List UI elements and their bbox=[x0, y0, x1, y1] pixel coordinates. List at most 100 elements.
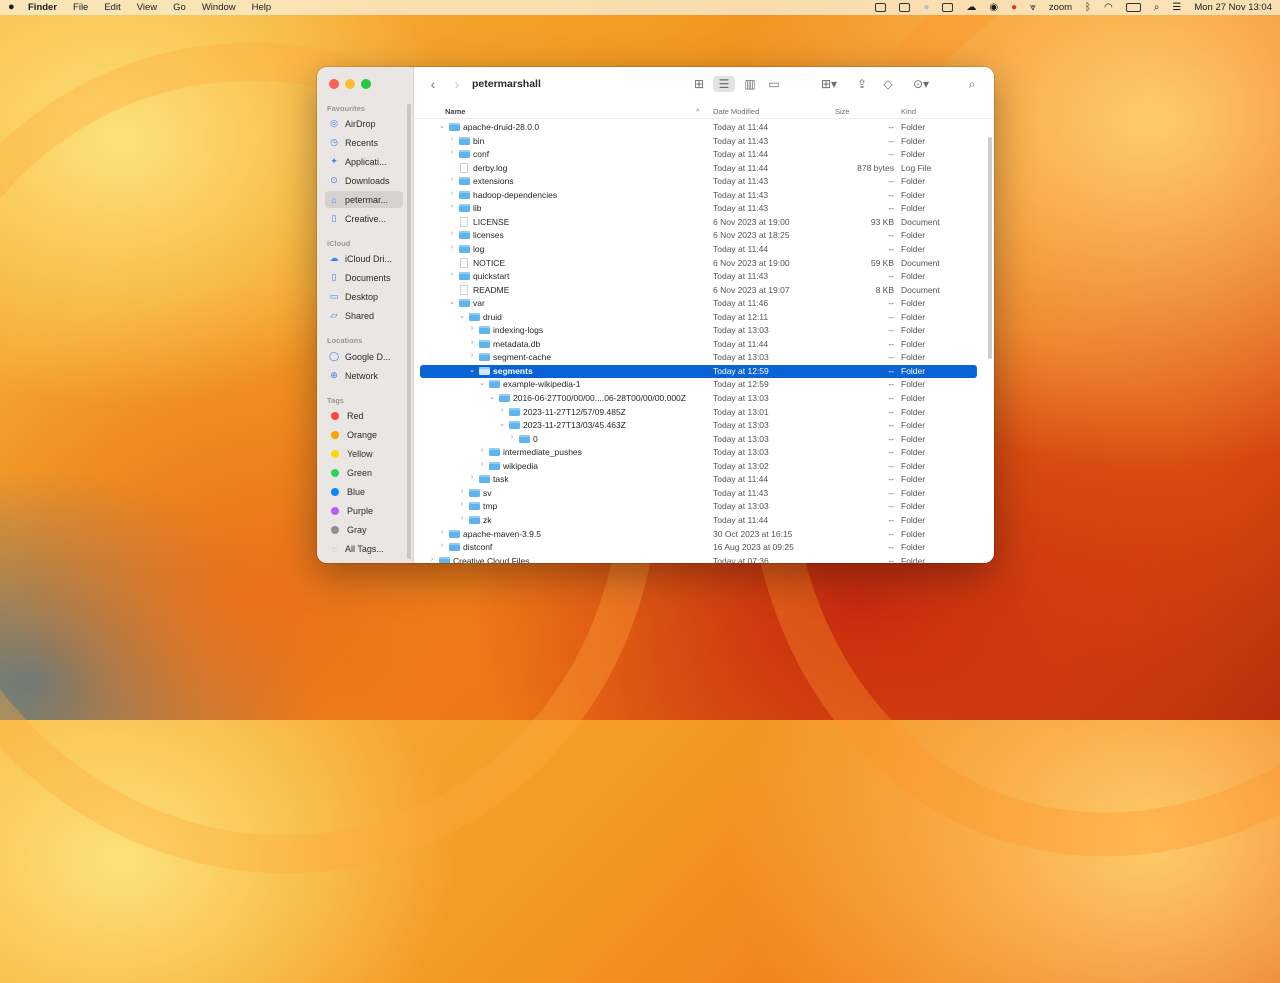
file-row[interactable]: README 6 Nov 2023 at 19:07 8 KB Document bbox=[420, 284, 977, 298]
control-center-icon[interactable]: ☰ bbox=[1172, 2, 1181, 13]
sidebar-item[interactable]: ⊙ Downloads bbox=[325, 172, 403, 189]
file-row[interactable]: › sv Today at 11:43 -- Folder bbox=[420, 487, 977, 501]
disclosure-closed-icon[interactable]: › bbox=[458, 488, 466, 495]
file-row[interactable]: › bin Today at 11:43 -- Folder bbox=[420, 135, 977, 149]
file-row[interactable]: ⌄ 2016-06-27T00/00/00....06-28T00/00/00.0… bbox=[420, 392, 977, 406]
close-button[interactable] bbox=[329, 79, 339, 89]
battery-status-icon[interactable] bbox=[942, 3, 954, 12]
file-row[interactable]: › zk Today at 11:44 -- Folder bbox=[420, 514, 977, 528]
sidebar-item[interactable]: ◌ All Tags... bbox=[325, 540, 403, 557]
file-row[interactable]: › wikipedia Today at 13:02 -- Folder bbox=[420, 460, 977, 474]
sidebar-item[interactable]: Purple bbox=[325, 502, 403, 519]
file-row[interactable]: › Creative Cloud Files Today at 07:36 -- Fol… bbox=[420, 555, 977, 563]
minimize-button[interactable] bbox=[345, 79, 355, 89]
status-app-icon[interactable] bbox=[875, 3, 887, 12]
search-icon[interactable]: ⌕ bbox=[1154, 2, 1160, 13]
disclosure-closed-icon[interactable]: › bbox=[448, 271, 456, 278]
file-row[interactable]: › conf Today at 11:44 -- Folder bbox=[420, 148, 977, 162]
file-row[interactable]: › hadoop-dependencies Today at 11:43 -- Fold… bbox=[420, 189, 977, 203]
disclosure-closed-icon[interactable]: › bbox=[448, 244, 456, 251]
file-row[interactable]: › lib Today at 11:43 -- Folder bbox=[420, 202, 977, 216]
icon-view-icon[interactable]: ⊞ bbox=[691, 76, 707, 92]
disclosure-open-icon[interactable]: ⌄ bbox=[468, 366, 476, 374]
column-view-icon[interactable]: ▥ bbox=[742, 76, 758, 92]
kind-column-header[interactable]: Kind bbox=[901, 107, 916, 116]
sidebar-item[interactable]: Gray bbox=[325, 521, 403, 538]
disclosure-closed-icon[interactable]: › bbox=[448, 203, 456, 210]
gallery-view-icon[interactable]: ▭ bbox=[766, 76, 782, 92]
date-column-header[interactable]: Date Modified bbox=[713, 107, 759, 116]
file-row[interactable]: › intermediate_pushes Today at 13:03 -- Fold… bbox=[420, 446, 977, 460]
file-row[interactable]: LICENSE 6 Nov 2023 at 19:00 93 KB Document bbox=[420, 216, 977, 230]
file-row[interactable]: › tmp Today at 13:03 -- Folder bbox=[420, 500, 977, 514]
disclosure-closed-icon[interactable]: › bbox=[458, 515, 466, 522]
disclosure-closed-icon[interactable]: › bbox=[448, 190, 456, 197]
sidebar-item[interactable]: ☁ iCloud Dri... bbox=[325, 250, 403, 267]
share-icon[interactable]: ⇪ bbox=[854, 76, 870, 92]
main-scrollbar[interactable] bbox=[988, 137, 992, 359]
search-icon[interactable]: ⌕ bbox=[964, 76, 980, 92]
file-row[interactable]: › distconf 16 Aug 2023 at 09:25 -- Folder bbox=[420, 541, 977, 555]
zoom-button[interactable] bbox=[361, 79, 371, 89]
disclosure-open-icon[interactable]: ⌄ bbox=[458, 312, 466, 320]
bluetooth-icon[interactable]: ᛒ bbox=[1085, 2, 1091, 13]
disclosure-closed-icon[interactable]: › bbox=[498, 407, 506, 414]
sidebar-item[interactable]: ⌂ petermar... bbox=[325, 191, 403, 208]
sidebar-item[interactable]: ◯ Google D... bbox=[325, 348, 403, 365]
disclosure-closed-icon[interactable]: › bbox=[508, 434, 516, 441]
file-row[interactable]: › metadata.db Today at 11:44 -- Folder bbox=[420, 338, 977, 352]
screen-icon[interactable] bbox=[899, 3, 911, 12]
sidebar-scrollbar[interactable] bbox=[407, 104, 411, 559]
menu-clock[interactable]: Mon 27 Nov 13:04 bbox=[1194, 2, 1272, 13]
file-row[interactable]: ⌄ apache-druid-28.0.0 Today at 11:44 -- Fold… bbox=[420, 121, 977, 135]
disclosure-closed-icon[interactable]: › bbox=[428, 556, 436, 563]
disclosure-closed-icon[interactable]: › bbox=[448, 149, 456, 156]
wave-icon[interactable]: ⩔ bbox=[1030, 2, 1036, 13]
file-row[interactable]: NOTICE 6 Nov 2023 at 19:00 59 KB Document bbox=[420, 257, 977, 271]
file-row[interactable]: › extensions Today at 11:43 -- Folder bbox=[420, 175, 977, 189]
zoom-label[interactable]: zoom bbox=[1049, 2, 1072, 13]
file-row[interactable]: › licenses 6 Nov 2023 at 18:25 -- Folder bbox=[420, 229, 977, 243]
disclosure-closed-icon[interactable]: › bbox=[448, 176, 456, 183]
file-row[interactable]: › task Today at 11:44 -- Folder bbox=[420, 473, 977, 487]
menu-edit[interactable]: Edit bbox=[104, 2, 120, 13]
sidebar-item[interactable]: Yellow bbox=[325, 445, 403, 462]
file-row[interactable]: › log Today at 11:44 -- Folder bbox=[420, 243, 977, 257]
disclosure-open-icon[interactable]: ⌄ bbox=[448, 298, 456, 306]
file-row[interactable]: › 0 Today at 13:03 -- Folder bbox=[420, 433, 977, 447]
sidebar-item[interactable]: ✦ Applicati... bbox=[325, 153, 403, 170]
sidebar-item[interactable]: ⊕ Network bbox=[325, 367, 403, 384]
disclosure-closed-icon[interactable]: › bbox=[438, 542, 446, 549]
disclosure-open-icon[interactable]: ⌄ bbox=[478, 379, 486, 387]
disclosure-open-icon[interactable]: ⌄ bbox=[498, 420, 506, 428]
name-column-header[interactable]: Name bbox=[445, 107, 465, 116]
forward-button[interactable]: › bbox=[450, 76, 464, 92]
sidebar-item[interactable]: Blue bbox=[325, 483, 403, 500]
disclosure-closed-icon[interactable]: › bbox=[468, 339, 476, 346]
sidebar-item[interactable]: ▱ Shared bbox=[325, 307, 403, 324]
sidebar-item[interactable]: ◷ Recents bbox=[325, 134, 403, 151]
file-row[interactable]: ⌄ var Today at 11:46 -- Folder bbox=[420, 297, 977, 311]
sidebar-item[interactable]: Red bbox=[325, 407, 403, 424]
sidebar-item[interactable]: Orange bbox=[325, 426, 403, 443]
file-row[interactable]: ⌄ 2023-11-27T13/03/45.463Z Today at 13:03 -… bbox=[420, 419, 977, 433]
file-row[interactable]: › segment-cache Today at 13:03 -- Folder bbox=[420, 351, 977, 365]
more-actions-icon[interactable]: ⊙▾ bbox=[908, 76, 934, 92]
file-row[interactable]: › quickstart Today at 11:43 -- Folder bbox=[420, 270, 977, 284]
sidebar-item[interactable]: Green bbox=[325, 464, 403, 481]
wifi-icon[interactable]: ◠ bbox=[1104, 2, 1113, 13]
record-icon[interactable]: ● bbox=[1011, 2, 1017, 13]
sidebar-item[interactable]: ▯ Creative... bbox=[325, 210, 403, 227]
menu-app-name[interactable]: Finder bbox=[28, 2, 57, 13]
disclosure-open-icon[interactable]: ⌄ bbox=[438, 122, 446, 130]
disclosure-closed-icon[interactable]: › bbox=[468, 325, 476, 332]
size-column-header[interactable]: Size bbox=[835, 107, 850, 116]
sidebar-item[interactable]: ◎ AirDrop bbox=[325, 115, 403, 132]
menu-help[interactable]: Help bbox=[252, 2, 272, 13]
file-row[interactable]: › 2023-11-27T12/57/09.485Z Today at 13:01 -… bbox=[420, 406, 977, 420]
circle-status-icon[interactable]: ● bbox=[923, 2, 929, 13]
disclosure-closed-icon[interactable]: › bbox=[478, 447, 486, 454]
list-view-icon[interactable]: ☰ bbox=[713, 76, 735, 92]
tag-icon[interactable]: ◇ bbox=[880, 76, 896, 92]
sidebar-item[interactable]: ▭ Desktop bbox=[325, 288, 403, 305]
